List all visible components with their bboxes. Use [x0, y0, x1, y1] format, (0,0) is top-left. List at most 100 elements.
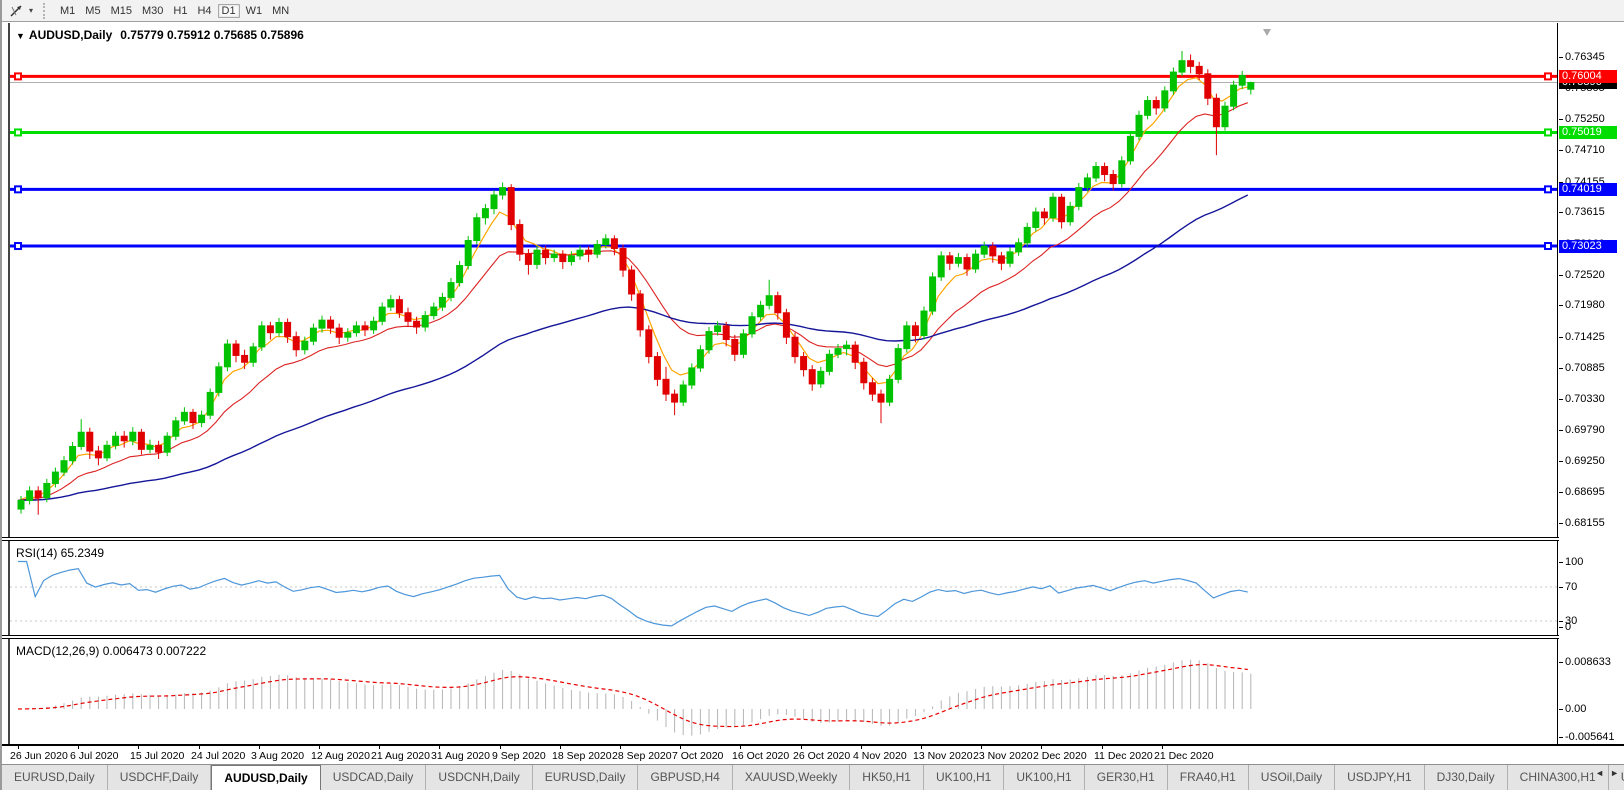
chart-symbol-period: AUDUSD,Daily — [29, 28, 112, 42]
date-label: 24 Jul 2020 — [191, 750, 245, 762]
date-tick — [560, 746, 561, 749]
rsi-indicator-pane[interactable]: RSI(14) 65.2349 — [8, 541, 1558, 635]
date-tick — [199, 746, 200, 749]
horizontal-line-0.75019[interactable] — [10, 129, 1557, 135]
price-tick-label: 0.71980 — [1565, 299, 1605, 311]
collapse-icon[interactable]: ▼ — [16, 31, 25, 41]
horizontal-line-0.73023[interactable] — [10, 243, 1557, 249]
axis-tick — [1559, 587, 1563, 588]
price-tick-label: 0.70330 — [1565, 393, 1605, 405]
date-axis[interactable]: 26 Jun 20206 Jul 202015 Jul 202024 Jul 2… — [2, 744, 1624, 764]
date-label: 11 Dec 2020 — [1094, 750, 1153, 762]
ma-mid-line — [18, 103, 1248, 501]
price-tick-label: 0.71425 — [1565, 331, 1605, 343]
chevron-down-icon[interactable]: ▾ — [29, 6, 33, 15]
chart-tab-dj30-daily[interactable]: DJ30,Daily — [1425, 765, 1508, 790]
chart-tab-usdjpy-h1[interactable]: USDJPY,H1 — [1335, 765, 1424, 790]
chart-tab-eurusd-daily[interactable]: EURUSD,Daily — [533, 765, 639, 790]
horizontal-line-0.74019[interactable] — [10, 186, 1557, 192]
line-handle[interactable] — [1545, 129, 1551, 135]
price-tick-label: 0.69250 — [1565, 455, 1605, 467]
date-tick — [500, 746, 501, 749]
price-badge: 0.76004 — [1559, 70, 1617, 83]
date-tick — [981, 746, 982, 749]
macd-tick-label: 0.008633 — [1565, 656, 1611, 668]
tab-scroll-right-icon[interactable]: ► — [1607, 766, 1622, 780]
axis-tick — [1559, 662, 1563, 663]
chart-tab-xauusd-weekly[interactable]: XAUUSD,Weekly — [733, 765, 850, 790]
line-handle[interactable] — [15, 186, 21, 192]
date-label: 2 Dec 2020 — [1033, 750, 1087, 762]
date-tick — [680, 746, 681, 749]
date-tick — [921, 746, 922, 749]
chart-tab-usoil-daily[interactable]: USOil,Daily — [1249, 765, 1335, 790]
rsi-plot[interactable] — [10, 541, 1557, 635]
price-axis[interactable]: 0.763450.758050.752500.747100.741550.736… — [1559, 23, 1624, 537]
price-badge: 0.75019 — [1559, 126, 1617, 139]
tab-scroll-left-icon[interactable]: ◄ — [1592, 766, 1607, 780]
date-tick — [740, 746, 741, 749]
horizontal-line-0.76004[interactable] — [10, 73, 1557, 79]
timeframe-button-mn[interactable]: MN — [268, 4, 293, 18]
axis-tick — [1559, 492, 1563, 493]
date-label: 26 Oct 2020 — [793, 750, 850, 762]
price-tick-label: 0.74710 — [1565, 144, 1605, 156]
line-handle[interactable] — [15, 73, 21, 79]
chart-cursor-icon[interactable] — [8, 3, 28, 19]
chart-tab-bar: EURUSD,DailyUSDCHF,DailyAUDUSD,DailyUSDC… — [2, 764, 1624, 790]
price-tick-label: 0.75250 — [1565, 113, 1605, 125]
date-tick — [379, 746, 380, 749]
timeframe-button-w1[interactable]: W1 — [242, 4, 267, 18]
price-badge: 0.74019 — [1559, 183, 1617, 196]
axis-tick — [1559, 150, 1563, 151]
price-tick-label: 0.68695 — [1565, 486, 1605, 498]
line-handle[interactable] — [1545, 186, 1551, 192]
date-tick — [439, 746, 440, 749]
chart-tab-gbpusd-h4[interactable]: GBPUSD,H4 — [638, 765, 732, 790]
date-tick — [861, 746, 862, 749]
price-tick-label: 0.72520 — [1565, 269, 1605, 281]
line-handle[interactable] — [15, 129, 21, 135]
rsi-axis[interactable]: 10070300 — [1559, 541, 1624, 635]
date-tick — [78, 746, 79, 749]
chart-tab-ger30-h1[interactable]: GER30,H1 — [1085, 765, 1168, 790]
date-label: 23 Nov 2020 — [973, 750, 1033, 762]
axis-tick — [1559, 57, 1563, 58]
date-tick — [801, 746, 802, 749]
chart-shift-icon[interactable] — [1263, 29, 1271, 36]
timeframe-button-m5[interactable]: M5 — [81, 4, 104, 18]
chart-tab-eurusd-daily[interactable]: EURUSD,Daily — [2, 765, 108, 790]
candlestick-chart[interactable] — [10, 23, 1557, 537]
timeframe-button-h4[interactable]: H4 — [193, 4, 215, 18]
timeframe-button-m30[interactable]: M30 — [138, 4, 167, 18]
price-chart-pane[interactable]: ▼ AUDUSD,Daily 0.75779 0.75912 0.75685 0.7… — [8, 23, 1558, 537]
chart-tab-hk50-h1[interactable]: HK50,H1 — [850, 765, 924, 790]
chart-tab-audusd-daily[interactable]: AUDUSD,Daily — [211, 765, 320, 790]
macd-label: MACD(12,26,9) 0.006473 0.007222 — [16, 644, 206, 658]
timeframe-button-h1[interactable]: H1 — [169, 4, 191, 18]
line-handle[interactable] — [1545, 243, 1551, 249]
macd-plot[interactable] — [10, 639, 1557, 744]
date-tick — [1102, 746, 1103, 749]
date-label: 6 Jul 2020 — [70, 750, 118, 762]
price-tick-label: 0.73615 — [1565, 206, 1605, 218]
toolbar-grip — [43, 3, 49, 19]
macd-indicator-pane[interactable]: MACD(12,26,9) 0.006473 0.007222 — [8, 639, 1558, 744]
timeframe-button-d1[interactable]: D1 — [218, 4, 240, 18]
timeframe-button-m1[interactable]: M1 — [56, 4, 79, 18]
chart-tab-usdcnh-daily[interactable]: USDCNH,Daily — [426, 765, 532, 790]
timeframe-button-m15[interactable]: M15 — [107, 4, 136, 18]
chart-tab-usdcad-daily[interactable]: USDCAD,Daily — [321, 765, 427, 790]
axis-tick — [1559, 523, 1563, 524]
chart-ohlc-values: 0.75779 0.75912 0.75685 0.75896 — [120, 28, 304, 42]
line-handle[interactable] — [15, 243, 21, 249]
chart-tab-uk100-h1[interactable]: UK100,H1 — [924, 765, 1004, 790]
date-label: 31 Aug 2020 — [431, 750, 490, 762]
chart-tab-usdchf-daily[interactable]: USDCHF,Daily — [108, 765, 212, 790]
chart-tab-uk100-h1[interactable]: UK100,H1 — [1004, 765, 1084, 790]
macd-axis[interactable]: 0.0086330.00-0.005641 — [1559, 639, 1624, 744]
chart-tab-fra40-h1[interactable]: FRA40,H1 — [1168, 765, 1249, 790]
line-handle[interactable] — [1545, 73, 1551, 79]
date-tick — [620, 746, 621, 749]
date-label: 18 Sep 2020 — [552, 750, 612, 762]
